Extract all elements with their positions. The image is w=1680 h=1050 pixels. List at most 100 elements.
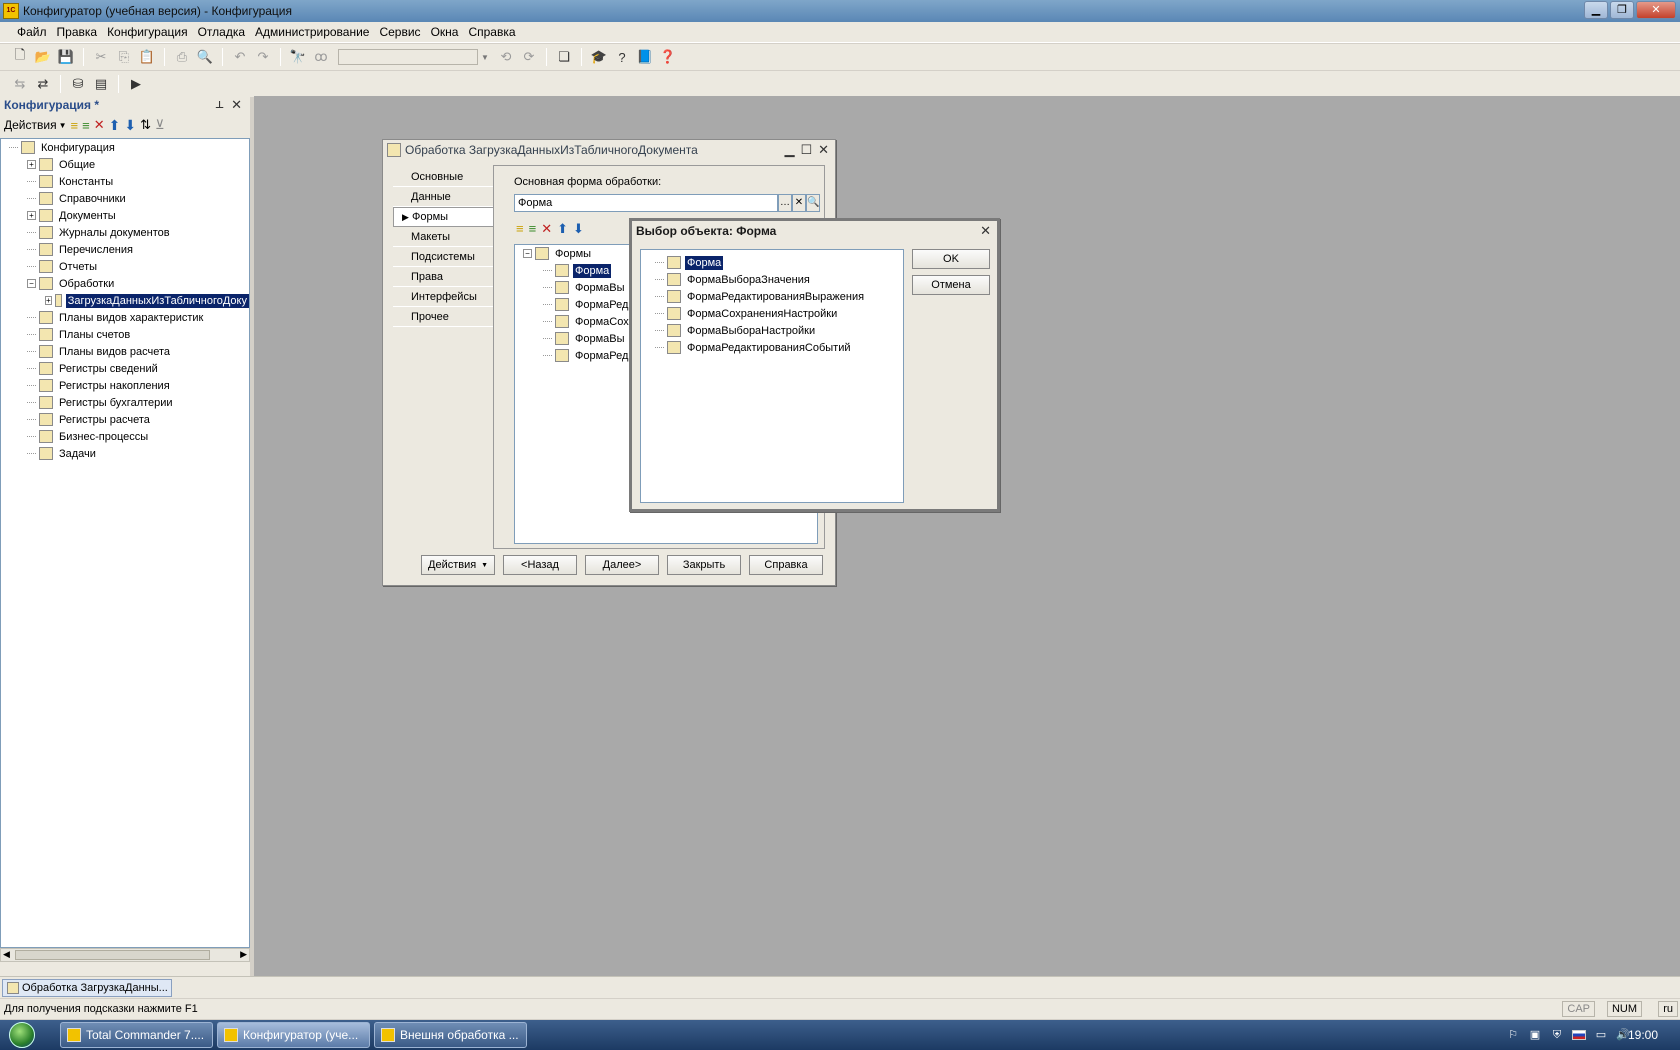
- tab-2[interactable]: ▶ Формы: [393, 207, 493, 227]
- tree-row[interactable]: − Обработки: [1, 275, 249, 292]
- close-window-button[interactable]: ✕: [1636, 1, 1676, 19]
- arrow-down-icon[interactable]: ⬇: [124, 117, 136, 134]
- restore-button[interactable]: ❐: [1610, 1, 1634, 19]
- delete-icon[interactable]: ✕: [94, 117, 105, 133]
- clock[interactable]: 19:00: [1628, 1028, 1658, 1042]
- list-item[interactable]: ФормаРедактированияВыражения: [641, 288, 903, 305]
- open-icon[interactable]: 📂: [33, 47, 53, 67]
- copy-icon[interactable]: ⎘: [114, 47, 134, 67]
- close-icon[interactable]: ✕: [980, 223, 991, 239]
- minimize-button[interactable]: ▁: [1584, 1, 1608, 19]
- taskbar-button-1[interactable]: Конфигуратор (уче...: [217, 1022, 370, 1048]
- print-icon[interactable]: ⎙: [172, 47, 192, 67]
- print-preview-icon[interactable]: 🔍: [195, 47, 215, 67]
- chevron-down-icon[interactable]: ▼: [59, 121, 67, 130]
- main-form-field[interactable]: Форма: [514, 194, 778, 212]
- actions-button[interactable]: Действия ▼: [421, 555, 495, 575]
- arrow-down-icon[interactable]: ⬇: [573, 221, 584, 237]
- window-icon[interactable]: ❏: [554, 47, 574, 67]
- redo-icon[interactable]: ↷: [253, 47, 273, 67]
- stop-icon[interactable]: ▤: [91, 74, 111, 94]
- network-icon[interactable]: ⚐: [1506, 1028, 1520, 1042]
- menu-item-6[interactable]: Окна: [426, 25, 464, 39]
- tree-row[interactable]: Конфигурация: [1, 139, 249, 156]
- collapse-icon[interactable]: −: [27, 279, 36, 288]
- close-button[interactable]: Закрыть: [667, 555, 741, 575]
- scroll-right-icon[interactable]: ▶: [240, 949, 247, 960]
- tree-row[interactable]: Планы видов характеристик: [1, 309, 249, 326]
- add-icon[interactable]: ≡: [516, 221, 524, 237]
- tree-row[interactable]: + Документы: [1, 207, 249, 224]
- compare-icon[interactable]: ⇆: [10, 74, 30, 94]
- list-item[interactable]: Форма: [641, 254, 903, 271]
- tab-7[interactable]: Прочее: [393, 307, 493, 327]
- filter-icon[interactable]: ⊻: [155, 117, 165, 133]
- find-next-icon[interactable]: ꝏ: [311, 47, 331, 67]
- maximize-icon[interactable]: ☐: [800, 142, 812, 158]
- run-debug-icon[interactable]: ▶: [126, 74, 146, 94]
- menu-item-5[interactable]: Сервис: [374, 25, 425, 39]
- tab-0[interactable]: Основные: [393, 167, 493, 187]
- menu-item-3[interactable]: Отладка: [193, 25, 250, 39]
- display-icon[interactable]: ▭: [1594, 1028, 1608, 1042]
- menu-item-4[interactable]: Администрирование: [250, 25, 374, 39]
- tree-row[interactable]: Задачи: [1, 445, 249, 462]
- tree-row[interactable]: Планы видов расчета: [1, 343, 249, 360]
- sort-icon[interactable]: ⇅: [140, 117, 151, 133]
- undo-icon[interactable]: ↶: [230, 47, 250, 67]
- cancel-button[interactable]: Отмена: [912, 275, 990, 295]
- merge-icon[interactable]: ⇄: [33, 74, 53, 94]
- cut-icon[interactable]: ✂: [91, 47, 111, 67]
- open-button[interactable]: 🔍: [806, 194, 820, 212]
- menu-item-2[interactable]: Конфигурация: [102, 25, 193, 39]
- chevron-down-icon[interactable]: ▼: [481, 53, 493, 62]
- taskbar-button-2[interactable]: Внешня обработка ...: [374, 1022, 527, 1048]
- tab-6[interactable]: Интерфейсы: [393, 287, 493, 307]
- ok-button[interactable]: OK: [912, 249, 990, 269]
- taskbar-button-0[interactable]: Total Commander 7....: [60, 1022, 213, 1048]
- tree-row[interactable]: Журналы документов: [1, 224, 249, 241]
- add-child-icon[interactable]: ≡: [529, 221, 537, 237]
- help-question-icon[interactable]: ❓: [658, 47, 678, 67]
- select-button[interactable]: …: [778, 194, 792, 212]
- tree-row[interactable]: Планы счетов: [1, 326, 249, 343]
- collapse-icon[interactable]: −: [523, 249, 532, 258]
- tree-row[interactable]: + ЗагрузкаДанныхИзТабличногоДоку: [1, 292, 249, 309]
- help-figure-icon[interactable]: 🎓: [589, 47, 609, 67]
- new-icon[interactable]: 🗋: [10, 47, 30, 67]
- find-all-icon[interactable]: ⟳: [519, 47, 539, 67]
- add-child-icon[interactable]: ≡: [82, 118, 90, 133]
- tree-row[interactable]: Регистры бухгалтерии: [1, 394, 249, 411]
- pin-icon[interactable]: ⊥: [215, 100, 224, 111]
- scroll-left-icon[interactable]: ◀: [3, 949, 10, 960]
- list-item[interactable]: ФормаВыбораЗначения: [641, 271, 903, 288]
- flag-ru-icon[interactable]: [1572, 1030, 1586, 1040]
- arrow-up-icon[interactable]: ⬆: [557, 221, 568, 237]
- help-button[interactable]: Справка: [749, 555, 823, 575]
- scrollbar-thumb[interactable]: [15, 950, 210, 960]
- list-item[interactable]: ФормаСохраненияНастройки: [641, 305, 903, 322]
- start-button[interactable]: [0, 1020, 44, 1050]
- close-icon[interactable]: ✕: [818, 142, 829, 158]
- find-icon[interactable]: 🔭: [288, 47, 308, 67]
- next-button[interactable]: Далее>: [585, 555, 659, 575]
- expand-icon[interactable]: +: [27, 211, 36, 220]
- menu-item-7[interactable]: Справка: [463, 25, 520, 39]
- tree-row[interactable]: Перечисления: [1, 241, 249, 258]
- expand-icon[interactable]: +: [27, 160, 36, 169]
- tree-row[interactable]: Бизнес-процессы: [1, 428, 249, 445]
- tab-1[interactable]: Данные: [393, 187, 493, 207]
- clear-button[interactable]: ✕: [792, 194, 806, 212]
- search-combo[interactable]: [338, 49, 478, 65]
- expand-icon[interactable]: +: [45, 296, 52, 305]
- list-item[interactable]: ФормаРедактированияСобытий: [641, 339, 903, 356]
- tree-row[interactable]: Регистры накопления: [1, 377, 249, 394]
- menu-item-1[interactable]: Правка: [52, 25, 103, 39]
- tab-4[interactable]: Подсистемы: [393, 247, 493, 267]
- minimize-icon[interactable]: ▁: [784, 142, 794, 158]
- list-item[interactable]: ФормаВыбораНастройки: [641, 322, 903, 339]
- tree-row[interactable]: Справочники: [1, 190, 249, 207]
- actions-menu[interactable]: Действия: [4, 118, 57, 132]
- tab-3[interactable]: Макеты: [393, 227, 493, 247]
- folder-icon[interactable]: ▣: [1528, 1028, 1542, 1042]
